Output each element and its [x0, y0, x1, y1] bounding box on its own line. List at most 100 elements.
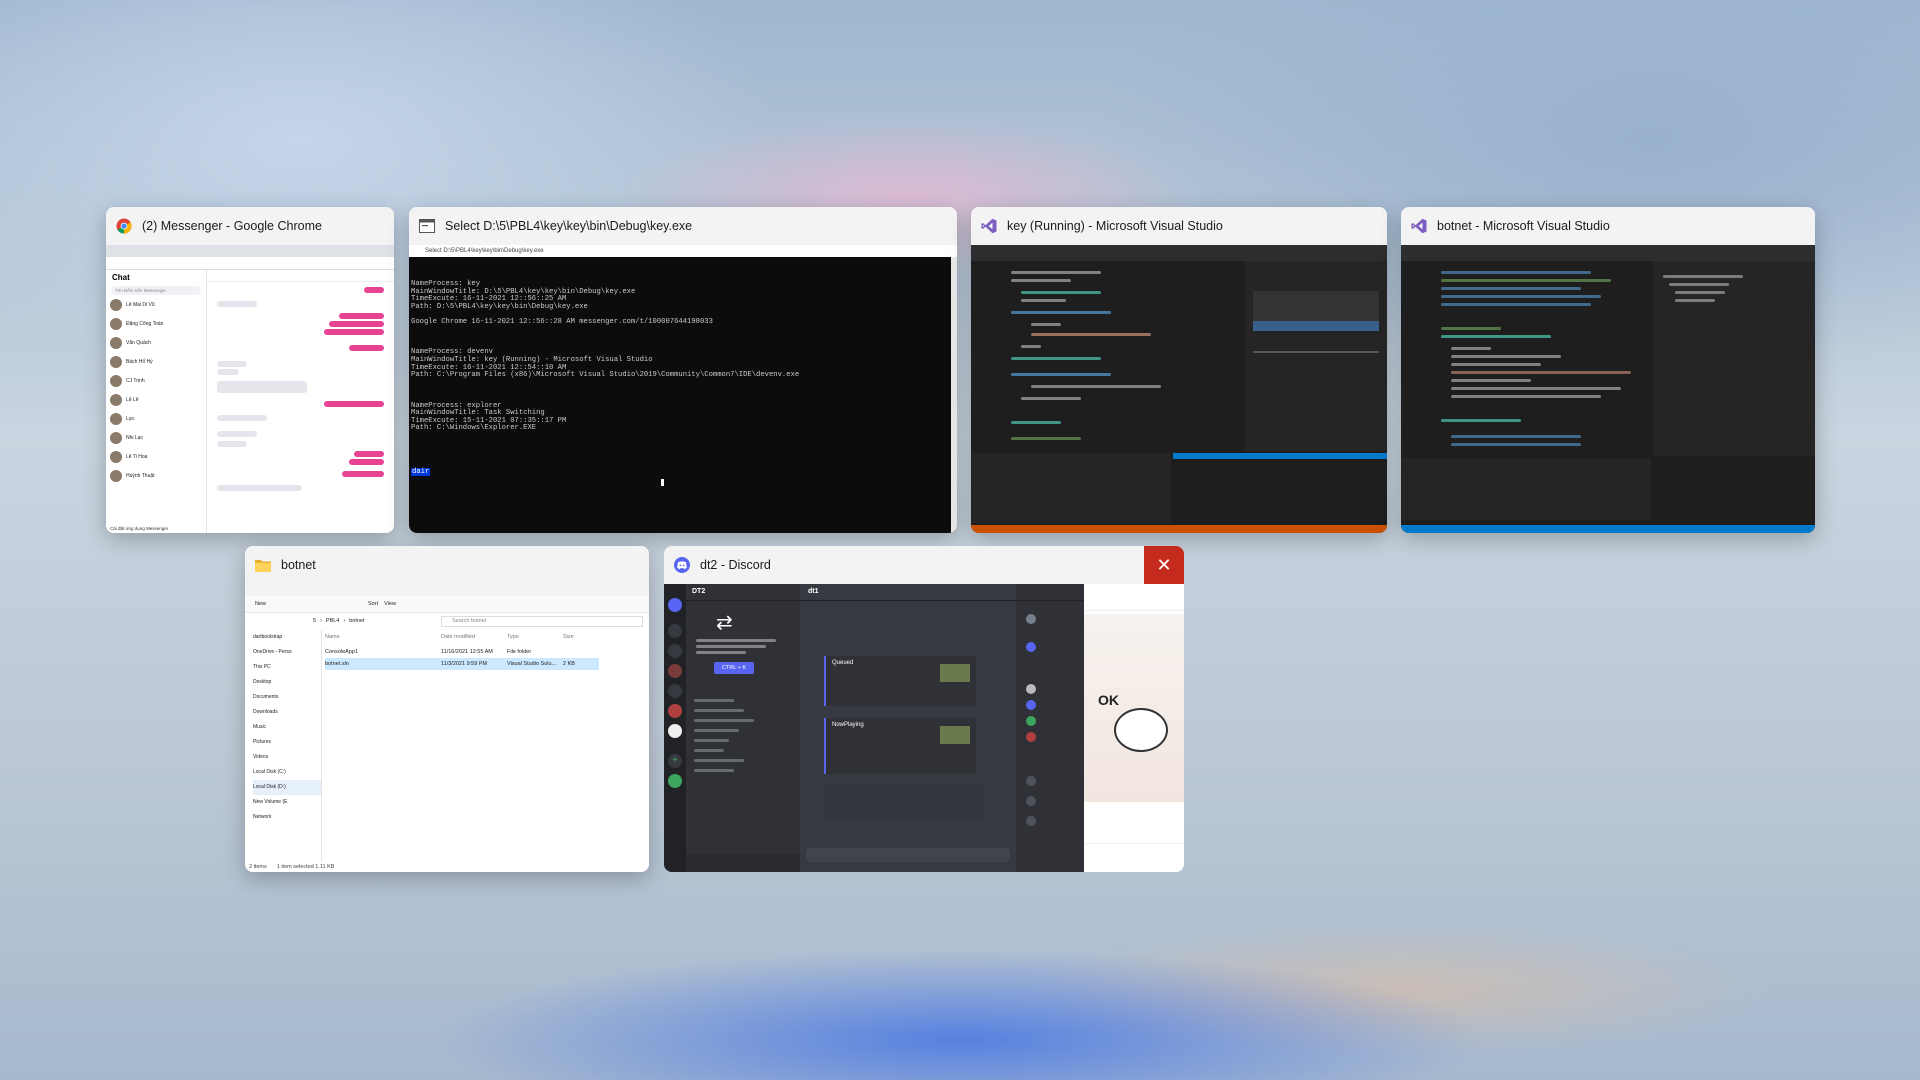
- sticker-text: OK: [1098, 692, 1119, 708]
- vs-botnet-preview: [1401, 245, 1815, 533]
- window-thumbnail-vs-key[interactable]: key (Running) - Microsoft Visual Studio: [971, 207, 1387, 533]
- window-title: botnet: [281, 558, 316, 572]
- close-button[interactable]: ✕: [1144, 546, 1184, 584]
- nav-item[interactable]: Local Disk (D:): [253, 780, 321, 795]
- address-bar[interactable]: 5 › PBL4 › botnet Search botnet: [245, 613, 649, 629]
- contact-item[interactable]: Huỳnh Thuật: [106, 466, 206, 485]
- window-thumbnail-discord[interactable]: dt2 - Discord ✕ + DT2 ⇄ CTRL + K dt1 Que…: [664, 546, 1184, 872]
- nav-item[interactable]: OneDrive - Perso: [253, 645, 321, 660]
- nav-item[interactable]: dartboolstrap: [253, 630, 321, 645]
- nav-item[interactable]: New Volume (E: [253, 795, 321, 810]
- contact-item[interactable]: Lê Mai Di Vũ: [106, 295, 206, 314]
- breadcrumb-item[interactable]: botnet: [349, 618, 364, 624]
- column-name[interactable]: Name: [325, 634, 441, 640]
- avatar: [110, 336, 122, 349]
- file-name: ConsoleApp1: [325, 649, 359, 655]
- window-thumbnail-console[interactable]: Select D:\5\PBL4\key\key\bin\Debug\key.e…: [409, 207, 957, 533]
- status-bar: 2 items 1 item selected 1.11 KB: [249, 864, 334, 870]
- view-button[interactable]: View: [384, 601, 396, 607]
- window-titlebar: botnet: [245, 546, 649, 584]
- contact-item[interactable]: Lực: [106, 409, 206, 428]
- server-name[interactable]: DT2: [686, 584, 800, 601]
- diagnostic-tools: [1245, 261, 1387, 451]
- sort-button[interactable]: Sort: [368, 601, 378, 607]
- window-thumbnail-messenger-chrome[interactable]: (2) Messenger - Google Chrome Chat Tìm k…: [106, 207, 394, 533]
- column-size[interactable]: Size: [563, 634, 574, 640]
- nav-item[interactable]: Network: [253, 810, 321, 825]
- selection-info: 1 item selected 1.11 KB: [276, 864, 335, 870]
- search-box[interactable]: Search botnet: [441, 615, 643, 627]
- new-button[interactable]: New: [255, 601, 266, 607]
- nav-item[interactable]: Music: [253, 720, 321, 735]
- contact-item[interactable]: Lệ Lê: [106, 390, 206, 409]
- invite-illustration-icon: ⇄: [716, 612, 733, 634]
- nav-item[interactable]: Downloads: [253, 705, 321, 720]
- avatar: [110, 298, 122, 311]
- file-name: botnet.sln: [325, 661, 349, 667]
- console-line: Path: D:\5\PBL4\key\key\bin\Debug\key.ex…: [411, 302, 588, 311]
- window-titlebar: botnet - Microsoft Visual Studio: [1401, 207, 1815, 245]
- contact-name: Nhi Lạc: [126, 434, 143, 441]
- file-row[interactable]: ConsoleApp1 11/16/2021 12:55 AM File folde…: [325, 646, 599, 658]
- chrome-tabstrip: [106, 245, 394, 257]
- file-type: Visual Studio Solu...: [507, 661, 557, 667]
- console-preview: Select D:\5\PBL4\key\key\bin\Debug\key.e…: [409, 245, 957, 533]
- console-scrollbar[interactable]: [951, 257, 957, 533]
- contact-item[interactable]: Nhi Lạc: [106, 428, 206, 447]
- message-input[interactable]: [806, 848, 1010, 862]
- avatar: [110, 393, 122, 406]
- column-date[interactable]: Date modified: [441, 634, 507, 640]
- avatar: [110, 412, 122, 425]
- nav-item[interactable]: Desktop: [253, 675, 321, 690]
- avatar: [110, 355, 122, 368]
- solution-explorer: [1653, 261, 1815, 456]
- contact-item[interactable]: Văn Quách: [106, 333, 206, 352]
- contact-item[interactable]: CJ Trịnh: [106, 371, 206, 390]
- console-selection: dair: [411, 468, 431, 476]
- console-line: Path: C:\Program Files (x86)\Microsoft V…: [411, 371, 800, 380]
- messenger-preview: Chat Tìm kiếm trên Messenger Lê Mai Di V…: [106, 245, 394, 533]
- window-title: botnet - Microsoft Visual Studio: [1437, 219, 1610, 233]
- nav-item[interactable]: This PC: [253, 660, 321, 675]
- file-row[interactable]: botnet.sln 11/3/2021 9:59 PM Visual Studio…: [325, 658, 599, 670]
- nav-item[interactable]: Local Disk (C:): [253, 765, 321, 780]
- column-type[interactable]: Type: [507, 634, 563, 640]
- window-title: key (Running) - Microsoft Visual Studio: [1007, 219, 1223, 233]
- breadcrumb-item[interactable]: 5: [313, 618, 316, 624]
- contact-name: Bách Hổ Hỷ: [126, 358, 153, 365]
- contact-item[interactable]: Lê Ti Hoa: [106, 447, 206, 466]
- contact-item[interactable]: Đặng Công Toàn: [106, 314, 206, 333]
- chrome-icon: [116, 218, 132, 234]
- vs-statusbar: [1401, 525, 1815, 533]
- message-embed: NowPlaying: [824, 718, 976, 774]
- user-panel: [686, 854, 800, 872]
- console-line: Google Chrome 16-11-2021 12::56::28 AM m…: [411, 317, 713, 326]
- conversation-pane: [207, 269, 394, 533]
- cat-sticker-icon: [1114, 708, 1168, 752]
- window-title: (2) Messenger - Google Chrome: [142, 219, 322, 233]
- contact-name: Lê Mai Di Vũ: [126, 301, 155, 308]
- window-thumbnail-vs-botnet[interactable]: botnet - Microsoft Visual Studio: [1401, 207, 1815, 533]
- console-line: Path: C:\Windows\Explorer.EXE: [411, 424, 537, 433]
- code-editor: [1401, 261, 1651, 456]
- code-editor: [971, 261, 1243, 451]
- breadcrumb-item[interactable]: PBL4: [326, 618, 339, 624]
- invite-button[interactable]: CTRL + K: [714, 662, 754, 674]
- vs-key-preview: [971, 245, 1387, 533]
- console-output: NameProcess: key MainWindowTitle: D:\5\PB…: [411, 280, 947, 433]
- nav-item[interactable]: Pictures: [253, 735, 321, 750]
- contact-name: Huỳnh Thuật: [126, 472, 155, 479]
- nav-item[interactable]: Videos: [253, 750, 321, 765]
- contact-item[interactable]: Bách Hổ Hỷ: [106, 352, 206, 371]
- nav-item[interactable]: Documents: [253, 690, 321, 705]
- messenger-search[interactable]: Tìm kiếm trên Messenger: [111, 286, 201, 295]
- vs-statusbar: [971, 525, 1387, 533]
- messenger-footer[interactable]: Cài đặt ứng dụng Messenger: [110, 526, 168, 531]
- explorer-preview: New Sort View 5 › PBL4 › botnet Search bot…: [245, 584, 649, 872]
- console-inner-title: Select D:\5\PBL4\key\key\bin\Debug\key.e…: [409, 245, 957, 257]
- folder-icon: [255, 557, 271, 573]
- background-chat-window: OK: [1084, 584, 1184, 872]
- window-thumbnail-explorer[interactable]: botnet New Sort View 5 › PBL4 › botnet Sea…: [245, 546, 649, 872]
